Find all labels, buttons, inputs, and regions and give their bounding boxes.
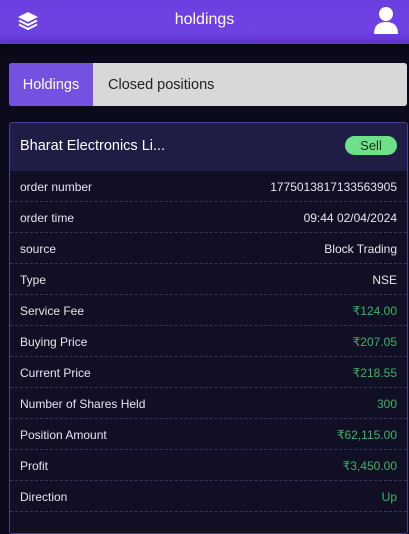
detail-row: Type NSE xyxy=(10,264,407,295)
position-card-header: Bharat Electronics Li... Sell xyxy=(10,123,407,171)
detail-label: Direction xyxy=(20,490,68,504)
stock-name: Bharat Electronics Li... xyxy=(20,138,166,154)
page-title: holdings xyxy=(174,11,235,28)
detail-row: Number of Shares Held 300 xyxy=(10,388,407,419)
detail-label: Type xyxy=(20,273,47,287)
detail-row: Profit ₹3,450.00 xyxy=(10,450,407,481)
detail-label: Profit xyxy=(20,459,49,473)
detail-value: ₹207.05 xyxy=(352,335,397,349)
detail-row: Position Amount ₹62,115.00 xyxy=(10,419,407,450)
position-card: Bharat Electronics Li... Sell order numb… xyxy=(9,122,408,534)
detail-value: 1775013817133563905 xyxy=(270,180,397,194)
tab-holdings[interactable]: Holdings xyxy=(9,63,93,106)
detail-value: NSE xyxy=(372,273,397,287)
user-icon[interactable] xyxy=(373,6,399,34)
detail-value: Block Trading xyxy=(324,242,397,256)
tab-bar: Holdings Closed positions xyxy=(9,63,407,106)
detail-label: order number xyxy=(20,180,93,194)
detail-row: order number 1775013817133563905 xyxy=(10,171,407,202)
detail-row: Current Price ₹218.55 xyxy=(10,357,407,388)
detail-value: ₹3,450.00 xyxy=(342,459,397,473)
detail-row: source Block Trading xyxy=(10,233,407,264)
detail-value: ₹62,115.00 xyxy=(336,428,397,442)
detail-row: Buying Price ₹207.05 xyxy=(10,326,407,357)
position-details: order number 1775013817133563905 order tim… xyxy=(10,171,407,512)
detail-value: Up xyxy=(381,490,397,504)
detail-label: Current Price xyxy=(20,366,91,380)
detail-row: Direction Up xyxy=(10,481,407,512)
detail-row: Service Fee ₹124.00 xyxy=(10,295,407,326)
detail-label: Number of Shares Held xyxy=(20,397,146,411)
detail-row: order time 09:44 02/04/2024 xyxy=(10,202,407,233)
detail-value: 300 xyxy=(376,397,397,411)
detail-value: ₹218.55 xyxy=(352,366,397,380)
detail-value: 09:44 02/04/2024 xyxy=(303,211,397,225)
detail-label: Buying Price xyxy=(20,335,88,349)
detail-value: ₹124.00 xyxy=(352,304,397,318)
detail-label: Service Fee xyxy=(20,304,85,318)
detail-label: order time xyxy=(20,211,75,225)
detail-label: Position Amount xyxy=(20,428,107,442)
detail-label: source xyxy=(20,242,57,256)
tab-closed-positions[interactable]: Closed positions xyxy=(93,63,407,106)
sell-badge[interactable]: Sell xyxy=(345,136,397,155)
top-bar: holdings xyxy=(0,0,409,44)
